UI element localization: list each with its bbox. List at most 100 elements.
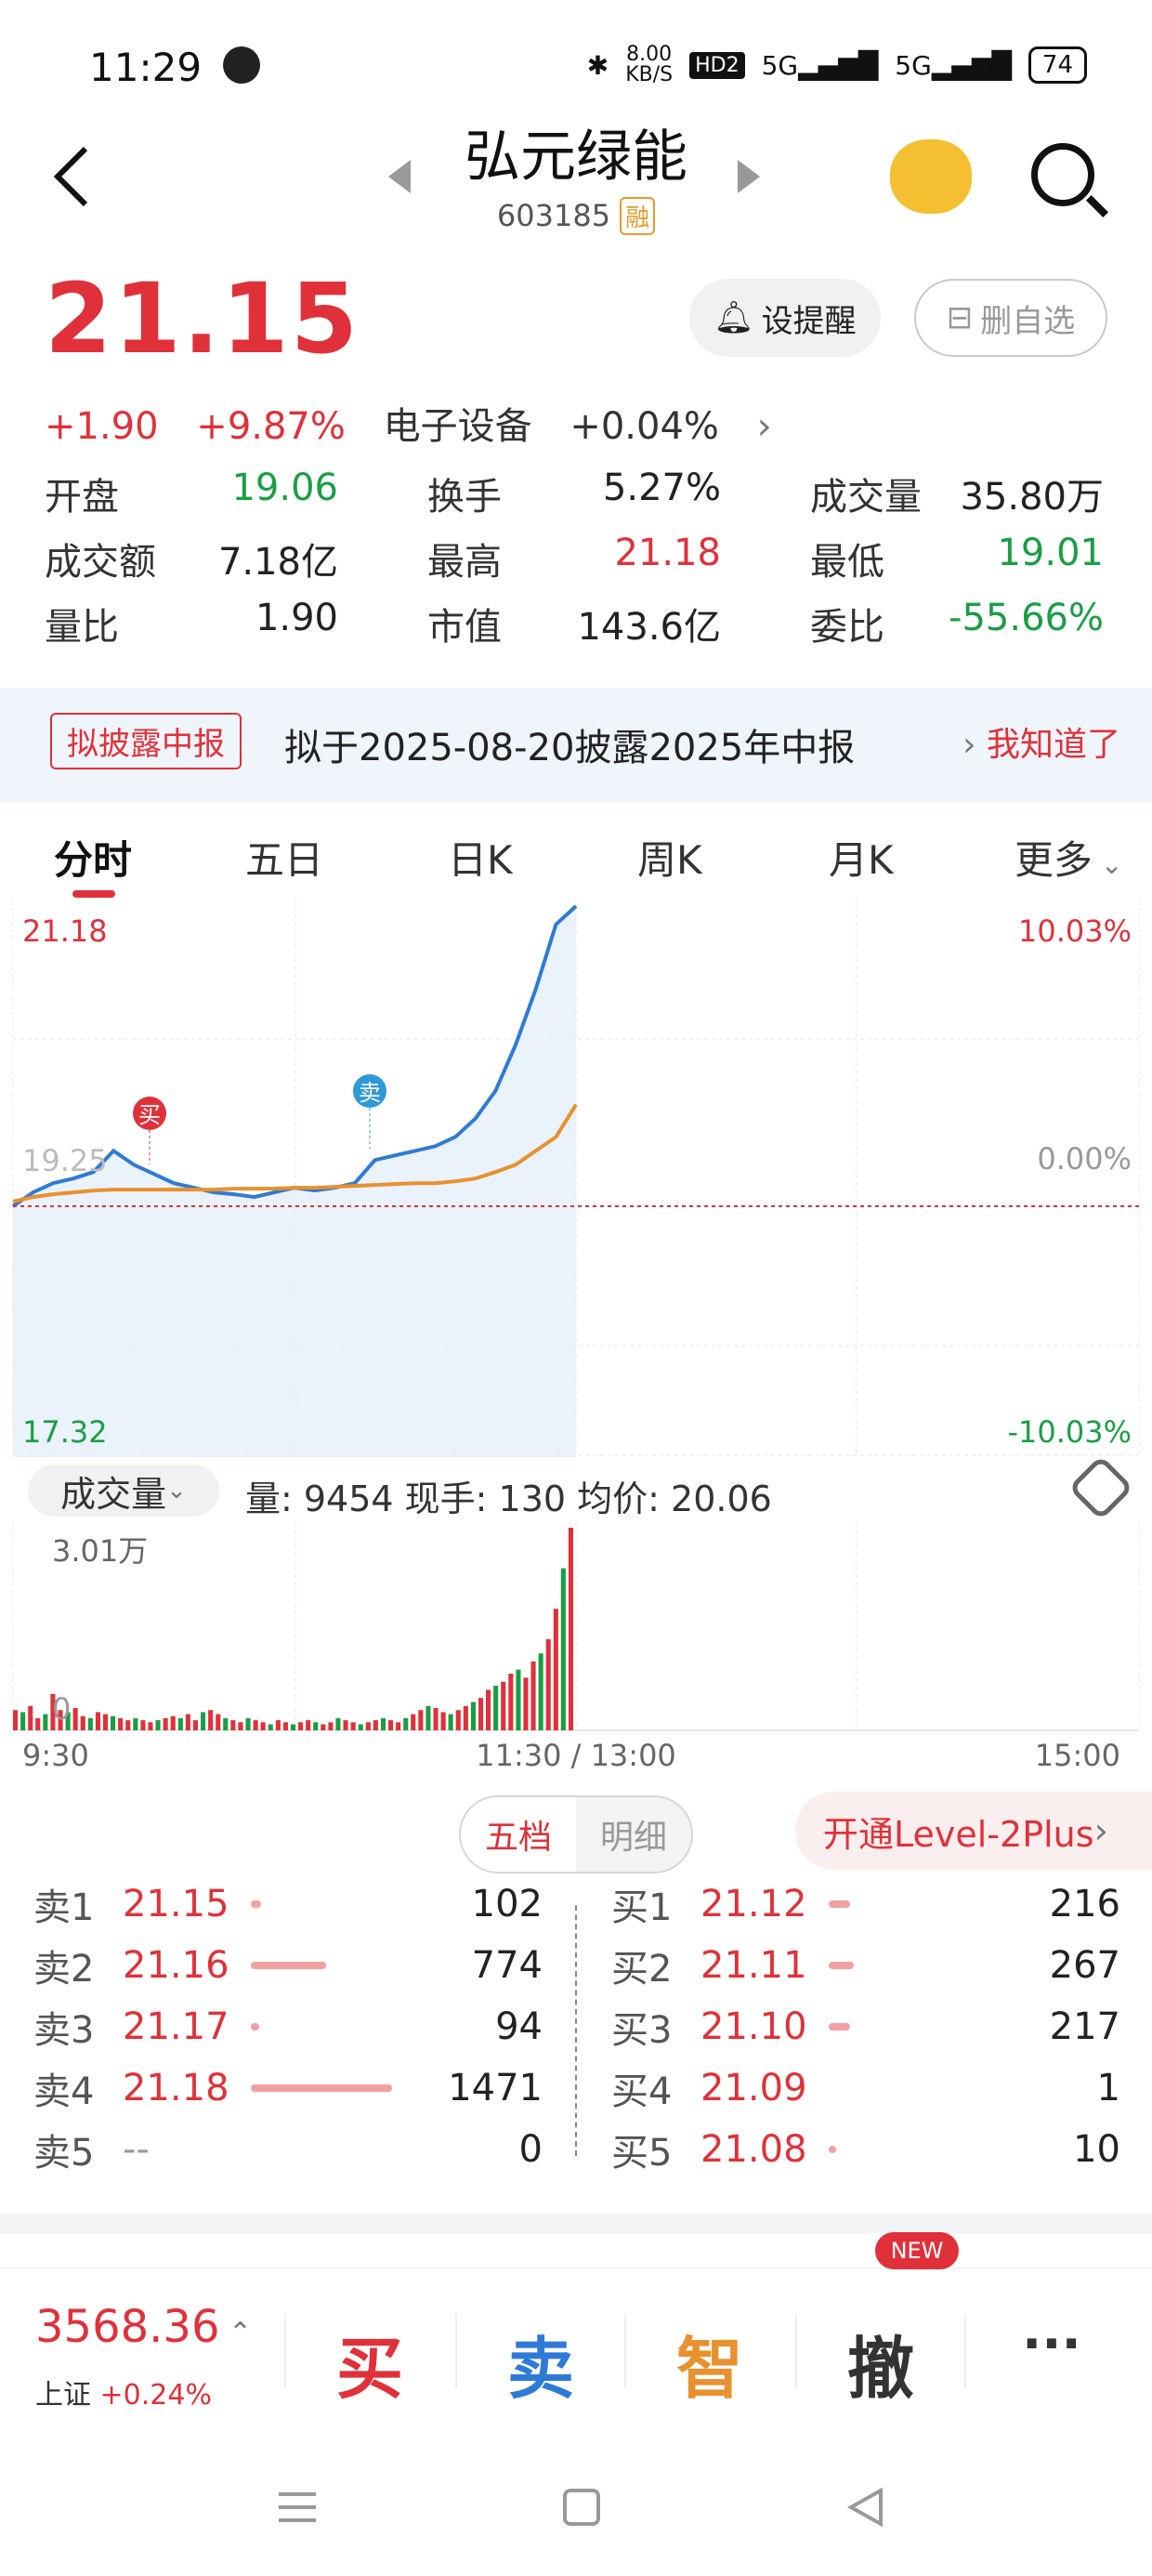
tab-details[interactable]: 明细 (576, 1797, 691, 1872)
search-icon[interactable] (1031, 143, 1094, 206)
tab-weekly-k[interactable]: 周K (637, 829, 702, 886)
ask-level-label: 卖2 (33, 1948, 95, 1991)
tab-monthly-k[interactable]: 月K (829, 829, 894, 886)
volume-bar (201, 1712, 206, 1730)
back-icon[interactable] (844, 2485, 888, 2530)
stat-value: 19.01 (997, 532, 1104, 574)
bid-volume: 216 (1049, 1883, 1120, 1925)
buy-button[interactable]: 买 (336, 2314, 403, 2412)
stat-cell: 最高 21.18 (427, 532, 721, 585)
remove-favorite-label: 删自选 (980, 302, 1076, 340)
tab-intraday[interactable]: 分时 (54, 829, 132, 886)
mascot-avatar-icon[interactable] (890, 139, 972, 214)
tab-five-day[interactable]: 五日 (245, 829, 323, 886)
active-tab-indicator (72, 890, 115, 898)
volume-bar (425, 1705, 431, 1730)
signal-icon-2: 5G▂▄▆█ (895, 49, 1012, 81)
tab-daily-k[interactable]: 日K (448, 829, 513, 886)
tab-five-levels[interactable]: 五档 (461, 1797, 576, 1872)
ask-price: 21.15 (123, 1883, 229, 1925)
intraday-chart[interactable]: 21.18 17.32 10.03% 0.00% -10.03% 19.25 买… (0, 900, 1152, 1457)
signal-icon-1: 5G▂▄▆█ (761, 49, 879, 81)
volume-bar (358, 1724, 363, 1730)
volume-indicator-dropdown[interactable]: 成交量 ⌄ (28, 1465, 219, 1517)
ask-level-label: 卖3 (33, 2009, 95, 2052)
stat-label: 市值 (427, 606, 502, 649)
tab-more[interactable]: 更多 ⌄ (1015, 829, 1122, 886)
volume-bar (538, 1653, 543, 1730)
volume-bar (501, 1681, 506, 1730)
bid-volume-bar (829, 1962, 855, 1969)
next-stock-arrow-icon[interactable] (738, 160, 760, 193)
volume-bar (486, 1689, 491, 1730)
stat-value: 1.90 (255, 597, 338, 639)
ask-volume-bar (251, 1900, 261, 1908)
sell-button[interactable]: 卖 (507, 2314, 574, 2412)
stat-value: 5.27% (602, 467, 721, 509)
disclosure-banner[interactable]: 拟披露中报 拟于2025-08-20披露2025年中报 › 我知道了 (0, 688, 1152, 803)
volume-bar (111, 1715, 116, 1730)
bid-level-label: 买4 (611, 2070, 673, 2113)
volume-indicator-label: 成交量 (60, 1473, 167, 1515)
more-button[interactable]: ··· (1022, 2314, 1081, 2374)
volume-bar (223, 1717, 229, 1730)
ask-level-label: 卖4 (33, 2070, 95, 2113)
ask-row[interactable]: 卖5 -- 0 (33, 2119, 543, 2180)
bid-row[interactable]: 买4 21.09 1 (611, 2057, 1120, 2119)
volume-bar (35, 1717, 41, 1730)
volume-bar (523, 1677, 529, 1730)
bid-row[interactable]: 买2 21.11 267 (611, 1935, 1120, 1996)
net-speed: 8.00 KB/S (625, 45, 673, 85)
level2-upgrade-button[interactable]: 开通Level-2Plus › (795, 1792, 1152, 1870)
ask-price: 21.17 (123, 2005, 229, 2048)
bid-volume-bar (829, 2146, 836, 2153)
volume-bar (95, 1712, 100, 1730)
bid-row[interactable]: 买5 21.08 10 (611, 2119, 1120, 2180)
index-value[interactable]: 3568.36 ⌃ (35, 2301, 252, 2353)
volume-bar (365, 1722, 371, 1730)
chevron-right-icon: › (962, 726, 987, 764)
sector-link[interactable]: 电子设备 +0.04% › (384, 405, 798, 448)
ask-row[interactable]: 卖1 21.15 102 (33, 1873, 543, 1935)
menu-icon[interactable] (275, 2485, 320, 2530)
volume-bar (163, 1717, 168, 1730)
stat-label: 最低 (810, 541, 884, 584)
volume-bar (493, 1686, 499, 1730)
remove-favorite-button[interactable]: ⊟ 删自选 (914, 279, 1107, 357)
volume-bar (545, 1638, 551, 1730)
ask-row[interactable]: 卖3 21.17 94 (33, 1996, 543, 2057)
settings-icon[interactable] (1067, 1454, 1134, 1521)
ask-volume: 0 (518, 2128, 543, 2171)
price-area-fill (13, 906, 576, 1457)
volume-bar (245, 1717, 251, 1730)
volume-bar (192, 1720, 198, 1730)
bid-volume-bar (829, 2023, 850, 2031)
smart-button[interactable]: 智 (676, 2314, 743, 2412)
ask-level-label: 卖5 (33, 2132, 95, 2175)
set-alert-button[interactable]: 🔔︎ 设提醒 (689, 279, 881, 357)
volume-bar (321, 1724, 326, 1730)
acknowledge-label: 我知道了 (986, 726, 1120, 764)
stat-cell: 换手 5.27% (427, 467, 721, 520)
ask-row[interactable]: 卖4 21.18 1471 (33, 2057, 543, 2119)
prev-close-label: 19.25 (22, 1143, 108, 1178)
bid-row[interactable]: 买1 21.12 216 (611, 1873, 1120, 1935)
cancel-order-button[interactable]: 撤 (847, 2314, 914, 2412)
volume-bar (148, 1722, 153, 1730)
action-divider (284, 2314, 286, 2388)
acknowledge-link[interactable]: › 我知道了 (962, 717, 1120, 766)
index-summary: 上证 +0.24% (35, 2372, 212, 2412)
ask-row[interactable]: 卖2 21.16 774 (33, 1935, 543, 1996)
volume-bar (72, 1708, 78, 1730)
stat-label: 成交量 (810, 476, 922, 519)
volume-bar (440, 1712, 446, 1730)
y-bottom-label: 17.32 (22, 1414, 108, 1450)
volume-header: 成交量 ⌄ 量: 9454 现手: 130 均价: 20.06 (0, 1454, 1152, 1522)
home-icon[interactable] (559, 2485, 604, 2530)
volume-bar (125, 1720, 131, 1730)
volume-bar (396, 1722, 401, 1730)
volume-bar (275, 1720, 281, 1730)
volume-bar (470, 1702, 476, 1730)
volume-bar (230, 1720, 236, 1730)
bid-row[interactable]: 买3 21.10 217 (611, 1996, 1120, 2057)
